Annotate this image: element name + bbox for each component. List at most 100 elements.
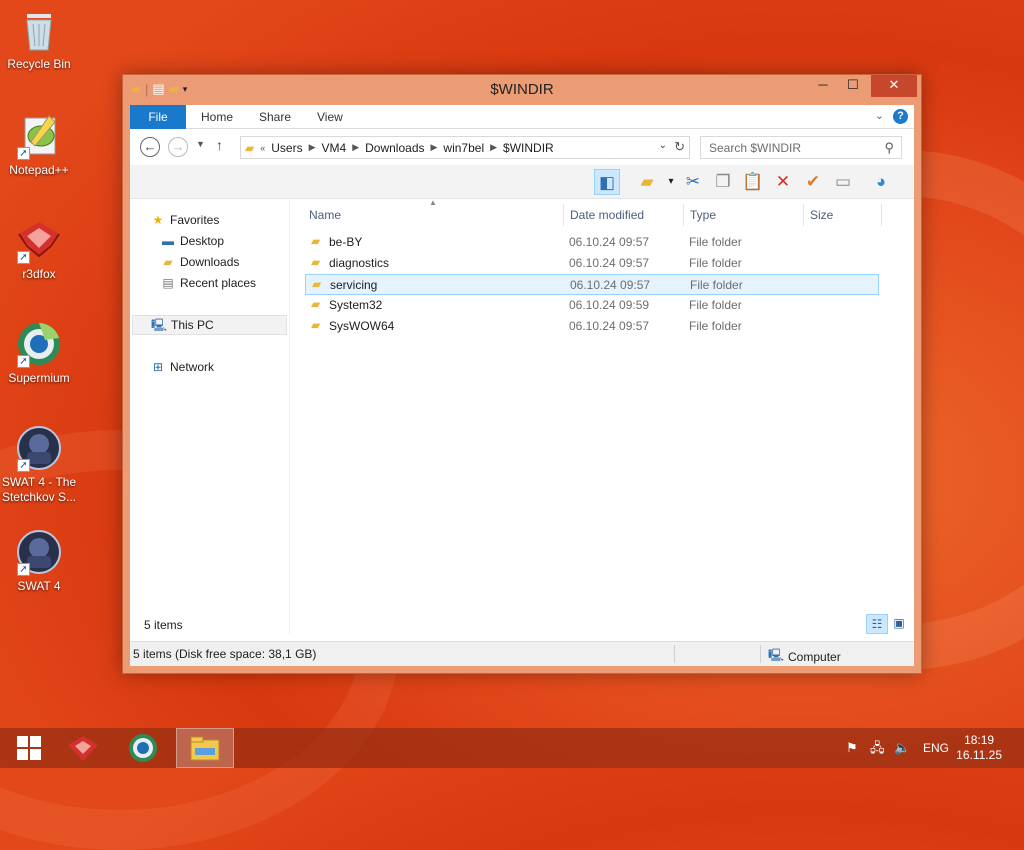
globe-icon[interactable]: ◕: [868, 169, 894, 195]
column-divider[interactable]: [563, 204, 564, 226]
desktop-icon-label: r3dfox: [22, 267, 56, 281]
clock-date: 16.11.25: [956, 748, 1002, 762]
window-title: $WINDIR: [490, 81, 554, 98]
column-divider[interactable]: [803, 204, 804, 226]
status-location-label: Computer: [788, 649, 841, 664]
chevron-right-icon[interactable]: ▶: [352, 142, 359, 153]
nav-recent-places[interactable]: ▤ Recent places: [160, 273, 256, 293]
rename-icon[interactable]: ▭: [830, 169, 856, 195]
breadcrumb-users[interactable]: Users: [271, 141, 302, 155]
nav-this-pc[interactable]: 🖳 This PC: [132, 315, 287, 335]
refresh-icon[interactable]: ↻: [674, 139, 685, 155]
desktop-icon-label: Notepad++: [9, 163, 69, 177]
back-button[interactable]: ←: [140, 137, 160, 157]
desktop-icon-label: SWAT 4 - The Stetchkov S...: [1, 475, 77, 504]
help-icon[interactable]: ?: [893, 109, 908, 124]
chevron-right-icon[interactable]: ▶: [490, 142, 497, 153]
status-divider: [760, 645, 761, 663]
chevron-right-icon[interactable]: ▶: [431, 142, 438, 153]
status-divider: [674, 645, 675, 663]
recent-locations-icon[interactable]: ▼: [196, 139, 205, 149]
folder-options-icon[interactable]: ▰: [634, 169, 660, 195]
action-center-icon[interactable]: ⚑: [846, 728, 858, 768]
sort-ascending-icon: ▲: [429, 198, 437, 207]
desktop-icon-notepadpp[interactable]: ➚ Notepad++: [0, 112, 78, 178]
start-button[interactable]: [0, 728, 58, 768]
column-name[interactable]: Name: [309, 208, 341, 228]
expand-ribbon-icon[interactable]: ⌄: [875, 109, 884, 122]
maximize-button[interactable]: ☐: [839, 75, 867, 97]
taskbar-file-explorer[interactable]: [176, 728, 234, 768]
table-row[interactable]: ▰ diagnostics 06.10.24 09:57 File folder: [305, 253, 879, 274]
title-bar[interactable]: ▰ | ▤ ▰ ▾ $WINDIR ─ ☐ ✕: [123, 75, 921, 105]
breadcrumb-vm4[interactable]: VM4: [322, 141, 347, 155]
desktop-icon-swat4-stetchkov[interactable]: ➚ SWAT 4 - The Stetchkov S...: [0, 424, 78, 505]
large-icons-view-icon[interactable]: ▣: [888, 614, 910, 634]
chevron-down-icon[interactable]: ⌄: [659, 140, 667, 151]
address-bar[interactable]: ▰ « Users ▶ VM4 ▶ Downloads ▶ win7bel ▶ …: [240, 136, 690, 159]
folder-icon: ▰: [245, 140, 255, 155]
file-date: 06.10.24 09:57: [569, 256, 650, 270]
r3dfox-icon: ➚: [15, 216, 63, 264]
shortcut-arrow-icon: ➚: [17, 563, 30, 576]
downloads-icon: ▰: [163, 255, 173, 269]
breadcrumb-downloads[interactable]: Downloads: [365, 141, 424, 155]
nav-favorites[interactable]: ★ Favorites: [150, 210, 220, 230]
desktop-icon-label: Supermium: [8, 371, 70, 385]
desktop-icon-label: Recycle Bin: [7, 57, 71, 71]
taskbar-r3dfox[interactable]: [54, 728, 112, 768]
tab-view[interactable]: View: [317, 105, 343, 129]
minimize-button[interactable]: ─: [809, 75, 837, 97]
tab-home[interactable]: Home: [201, 105, 233, 129]
checkmark-icon[interactable]: ✔: [800, 169, 826, 195]
file-name: be-BY: [329, 235, 363, 249]
column-divider[interactable]: [881, 204, 882, 226]
tab-file[interactable]: File: [130, 105, 186, 129]
delete-icon[interactable]: ✕: [770, 169, 796, 195]
volume-muted-icon[interactable]: 🔈: [894, 728, 910, 768]
clock-time: 18:19: [964, 733, 995, 747]
file-date: 06.10.24 09:57: [569, 319, 650, 333]
table-row[interactable]: ▰ be-BY 06.10.24 09:57 File folder: [305, 232, 879, 253]
system-clock[interactable]: 18:19 16.11.25: [956, 733, 1002, 763]
copy-icon[interactable]: ❐: [710, 169, 736, 195]
shortcut-arrow-icon: ➚: [17, 147, 30, 160]
cut-icon[interactable]: ✂: [680, 169, 706, 195]
forward-button[interactable]: →: [168, 137, 188, 157]
breadcrumb-win7bel[interactable]: win7bel: [443, 141, 484, 155]
column-size[interactable]: Size: [810, 208, 833, 228]
column-date-modified[interactable]: Date modified: [570, 208, 644, 228]
breadcrumb-prefix[interactable]: «: [260, 143, 265, 153]
desktop-icon-r3dfox[interactable]: ➚ r3dfox: [0, 216, 78, 282]
table-row-selected[interactable]: ▰ servicing 06.10.24 09:57 File folder: [305, 274, 879, 295]
chevron-right-icon[interactable]: ▶: [309, 142, 316, 153]
column-type[interactable]: Type: [690, 208, 716, 228]
table-row[interactable]: ▰ SysWOW64 06.10.24 09:57 File folder: [305, 316, 879, 337]
desktop-icon-swat4[interactable]: ➚ SWAT 4: [0, 528, 78, 594]
nav-network[interactable]: ⊞ Network: [150, 357, 214, 377]
details-view-icon[interactable]: ☷: [866, 614, 888, 634]
nav-desktop[interactable]: ▬ Desktop: [160, 231, 224, 251]
column-divider[interactable]: [683, 204, 684, 226]
language-indicator[interactable]: ENG: [923, 728, 949, 768]
up-arrow-icon[interactable]: ↑: [216, 137, 223, 153]
preview-pane-icon[interactable]: ◧: [594, 169, 620, 195]
status-bar: 5 items (Disk free space: 38,1 GB) 🖳 Com…: [130, 641, 914, 666]
recent-places-icon: ▤: [162, 276, 174, 290]
desktop-icon-supermium[interactable]: ➚ Supermium: [0, 320, 78, 386]
file-type: File folder: [689, 319, 742, 333]
tab-share[interactable]: Share: [259, 105, 291, 129]
desktop-icon-recycle-bin[interactable]: Recycle Bin: [0, 6, 78, 72]
paste-icon[interactable]: 📋: [740, 169, 766, 195]
status-location: 🖳 Computer: [768, 646, 841, 667]
file-date: 06.10.24 09:57: [569, 235, 650, 249]
close-button[interactable]: ✕: [871, 75, 917, 97]
nav-downloads[interactable]: ▰ Downloads: [160, 252, 239, 272]
taskbar-supermium[interactable]: [114, 728, 172, 768]
table-row[interactable]: ▰ System32 06.10.24 09:59 File folder: [305, 295, 879, 316]
desktop-icon-label: SWAT 4: [17, 579, 61, 593]
file-type: File folder: [689, 235, 742, 249]
breadcrumb-windir[interactable]: $WINDIR: [503, 141, 554, 155]
network-status-icon[interactable]: 🖧: [870, 728, 885, 768]
search-input[interactable]: Search $WINDIR ⚲: [700, 136, 902, 159]
